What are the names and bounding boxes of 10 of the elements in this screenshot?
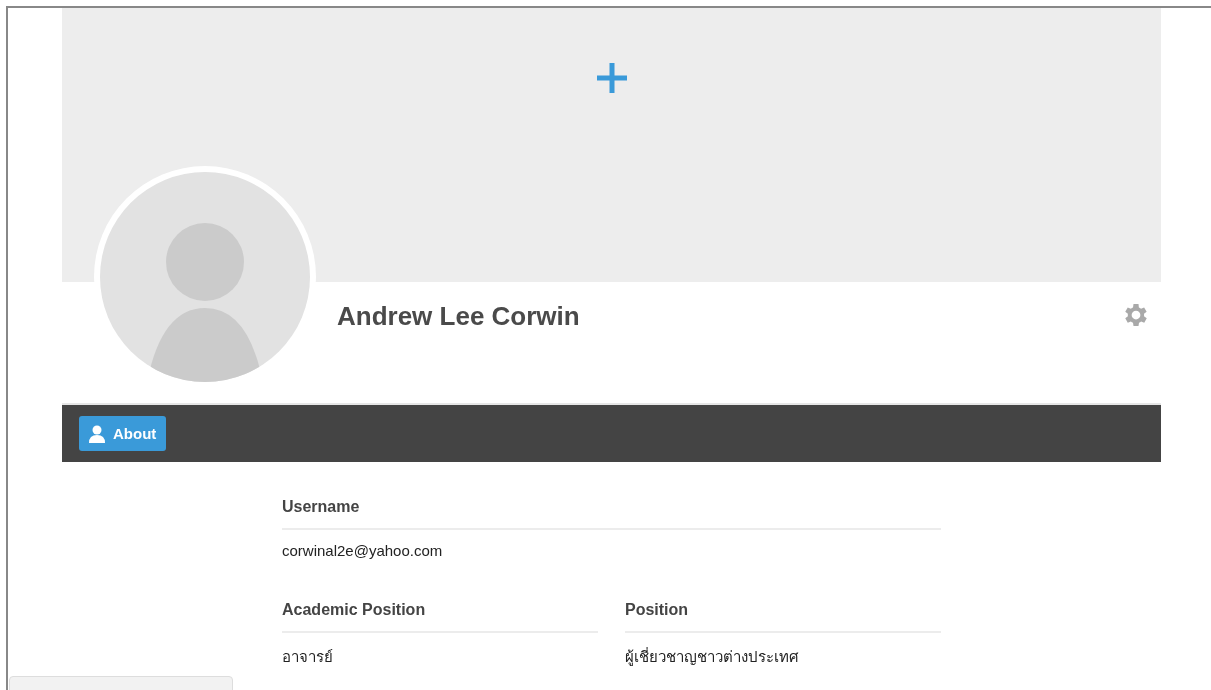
about-tab[interactable]: About [79, 416, 167, 451]
user-icon [89, 424, 105, 443]
profile-name: Andrew Lee Corwin [337, 301, 580, 332]
field-label: Username [282, 498, 941, 530]
field-value: corwinal2e@yahoo.com [282, 541, 444, 559]
field-label: Academic Position [282, 601, 598, 633]
field-label: Position [625, 601, 941, 633]
field-value: ผู้เชี่ยวชาญชาวต่างประเทศ [625, 646, 800, 668]
add-cover-button[interactable] [595, 62, 628, 94]
field-value: อาจารย์ [282, 647, 334, 667]
